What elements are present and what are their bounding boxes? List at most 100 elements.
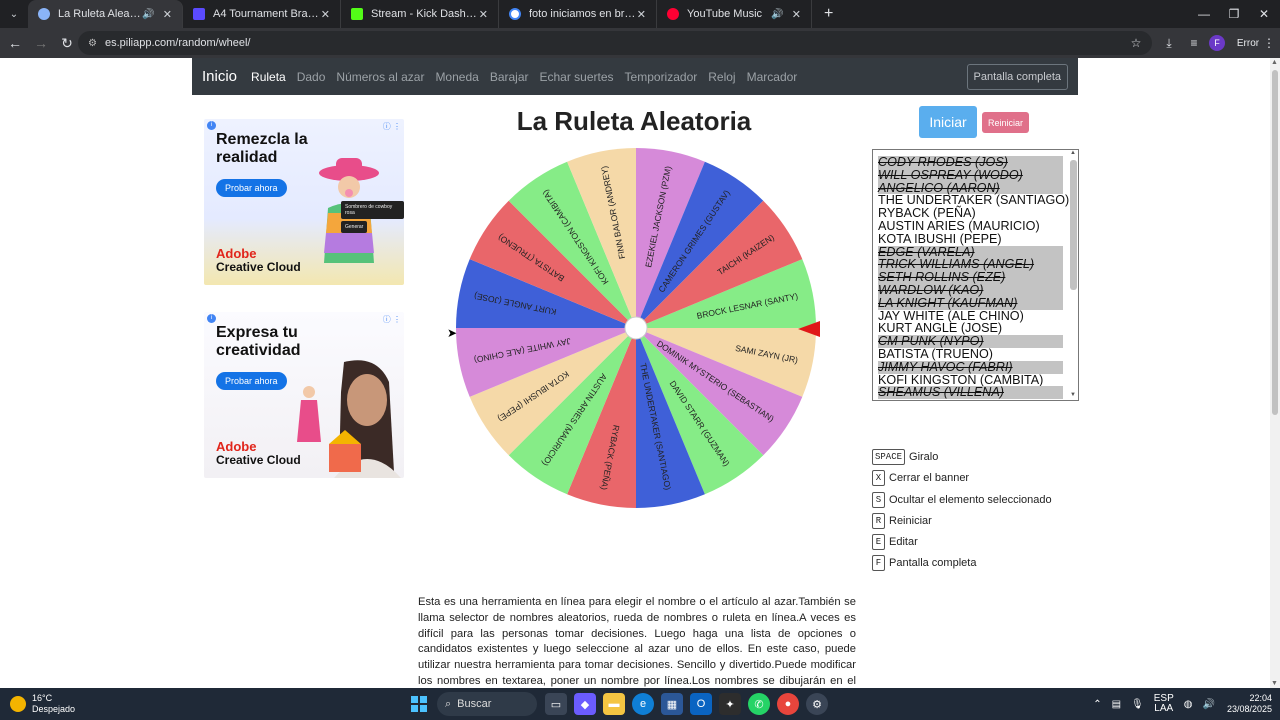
new-tab-button[interactable]: + (824, 5, 833, 23)
tab-youtube-music[interactable]: YouTube Music 🔊 ✕ (657, 0, 812, 28)
reload-button[interactable]: ↻ (54, 30, 80, 56)
scroll-up-icon[interactable]: ▲ (1070, 150, 1076, 156)
list-item[interactable]: JIMMY HAVOC (FABRI) (878, 360, 1063, 374)
download-icon[interactable]: ⤓ (1161, 28, 1177, 58)
more-menu-icon[interactable]: ⋮ (1262, 28, 1276, 58)
weather-widget[interactable]: 16°C Despejado (10, 688, 75, 720)
browser-tab-bar: ⌄ La Ruleta Aleatoria 🔊 ✕ A4 Tournament … (0, 0, 1280, 28)
list-item[interactable]: SHEAMUS (VILLENA) (878, 386, 1063, 400)
shortcut-label: Giralo (909, 451, 939, 463)
store-icon[interactable]: ▦ (661, 693, 683, 715)
adobe-product-text: Creative Cloud (216, 453, 301, 467)
ad-close-icon[interactable]: ⓘ ⋮ (383, 121, 401, 132)
url-field[interactable]: ⚙ es.piliapp.com/random/wheel/ (78, 31, 1152, 55)
speaker-icon[interactable]: 🔊 (771, 9, 783, 20)
profile-avatar[interactable]: F (1208, 28, 1226, 58)
chrome-icon[interactable]: ● (777, 693, 799, 715)
site-info-icon[interactable]: ⚙ (88, 38, 97, 49)
close-icon[interactable]: ✕ (792, 8, 801, 21)
maximize-button[interactable]: ❐ (1218, 0, 1250, 28)
list-item[interactable]: BATISTA (TRUENO) (878, 348, 1063, 361)
bookmark-star-icon[interactable]: ☆ (1128, 28, 1144, 58)
system-clock[interactable]: 22:04 23/08/2025 (1227, 693, 1272, 715)
network-icon[interactable]: ▤ (1112, 699, 1121, 710)
tab-title: YouTube Music (687, 8, 763, 20)
settings-gear-icon[interactable]: ⚙ (806, 693, 828, 715)
outlook-icon[interactable]: O (690, 693, 712, 715)
ad-info-icon[interactable]: i (207, 314, 216, 323)
ad-close-icon[interactable]: ⓘ ⋮ (383, 314, 401, 325)
chevron-up-icon[interactable]: ⌃ (1093, 699, 1101, 710)
file-explorer-icon[interactable]: ▬ (603, 693, 625, 715)
error-button[interactable]: Error (1234, 28, 1262, 58)
volume-icon[interactable]: 🔊 (1203, 699, 1215, 710)
tab-search[interactable]: foto iniciamos en breve - Busca ✕ (499, 0, 657, 28)
list-item[interactable]: CODY RHODES (JOS) (878, 156, 1063, 169)
close-icon[interactable]: ✕ (321, 8, 330, 21)
ad-info-icon[interactable]: i (207, 121, 216, 130)
page-scroll-thumb[interactable] (1272, 70, 1278, 415)
forward-button[interactable]: → (28, 30, 54, 56)
ad-cta-button[interactable]: Probar ahora (216, 179, 287, 197)
wifi-icon[interactable]: ◍ (1184, 699, 1193, 710)
minimize-button[interactable]: — (1188, 0, 1220, 28)
copilot-icon[interactable]: ◆ (574, 693, 596, 715)
adobe-logo-text: Adobe (216, 246, 257, 261)
scroll-down-icon[interactable]: ▼ (1070, 392, 1076, 398)
language-indicator[interactable]: ESP LAA (1154, 694, 1174, 714)
list-item[interactable]: AUSTIN ARIES (MAURICIO) (878, 220, 1063, 233)
ad-banner-2[interactable]: i ⓘ ⋮ Expresa tu creatividad Probar ahor… (204, 312, 404, 478)
tab-kick[interactable]: Stream - Kick Dashboard ✕ (341, 0, 499, 28)
fullscreen-button[interactable]: Pantalla completa (966, 64, 1068, 90)
speaker-icon[interactable]: 🔊 (142, 9, 154, 20)
ad-banner-1[interactable]: i ⓘ ⋮ Remezcla la realidad Probar ahora … (204, 119, 404, 285)
list-item[interactable]: WILL OSPREAY (WODO) (878, 168, 1063, 182)
reset-button[interactable]: Reiniciar (982, 112, 1029, 133)
nav-link-echar-suertes[interactable]: Echar suertes (540, 70, 614, 84)
taskbar-search[interactable]: ⌕ Buscar (437, 692, 537, 716)
wheel-pointer-icon (798, 321, 820, 337)
nav-link-ruleta[interactable]: Ruleta (251, 70, 286, 84)
page-title: La Ruleta Aleatoria (516, 106, 752, 136)
textarea-scrollbar[interactable]: ▲ ▼ (1069, 150, 1078, 400)
close-window-button[interactable]: ✕ (1248, 0, 1280, 28)
close-icon[interactable]: ✕ (163, 8, 172, 21)
nav-link-dado[interactable]: Dado (297, 70, 326, 84)
page-scrollbar[interactable]: ▲ ▼ (1270, 58, 1280, 688)
nav-brand[interactable]: Inicio (202, 68, 237, 85)
tab-ruleta[interactable]: La Ruleta Aleatoria 🔊 ✕ (28, 0, 183, 28)
textarea-scroll-thumb[interactable] (1070, 160, 1077, 290)
tab-search-icon[interactable]: ⌄ (0, 0, 28, 28)
microphone-icon[interactable]: 🎙 (1131, 699, 1144, 710)
windows-start-icon[interactable] (408, 693, 430, 715)
ad-cta-button[interactable]: Probar ahora (216, 372, 287, 390)
list-item[interactable]: WARDLOW (KAO) (878, 284, 1063, 297)
scroll-down-icon[interactable]: ▼ (1271, 680, 1278, 687)
task-view-icon[interactable]: ▭ (545, 693, 567, 715)
tab-brackets[interactable]: A4 Tournament Brackets ✕ (183, 0, 341, 28)
nav-link-marcador[interactable]: Marcador (747, 70, 798, 84)
nav-link-moneda[interactable]: Moneda (435, 70, 478, 84)
edge-icon[interactable]: e (632, 693, 654, 715)
adobe-logo-text: Adobe (216, 439, 257, 454)
google-icon (509, 8, 521, 20)
shortcut-label: Reiniciar (889, 515, 932, 527)
nav-link-reloj[interactable]: Reloj (708, 70, 735, 84)
scroll-up-icon[interactable]: ▲ (1271, 59, 1278, 66)
roulette-wheel[interactable]: BROCK LESNAR (SANTY)SAMI ZAYN (JR)DOMINI… (453, 145, 819, 511)
close-icon[interactable]: ✕ (479, 8, 488, 21)
shortcut-row: F Pantalla completa (872, 555, 976, 571)
nav-link-temporizador[interactable]: Temporizador (625, 70, 698, 84)
nav-link-barajar[interactable]: Barajar (490, 70, 529, 84)
media-control-icon[interactable]: ≡ (1186, 28, 1202, 58)
app-icon[interactable]: ✦ (719, 693, 741, 715)
close-icon[interactable]: ✕ (637, 8, 646, 21)
back-button[interactable]: ← (2, 30, 28, 56)
whatsapp-icon[interactable]: ✆ (748, 693, 770, 715)
list-item[interactable]: KOTA IBUSHI (PEPE) (878, 232, 1063, 246)
start-button[interactable]: Iniciar (919, 106, 977, 138)
list-item[interactable]: LA KNIGHT (KAUFMAN) (878, 296, 1063, 310)
names-textarea[interactable]: ▲ ▼ CODY RHODES (JOS) WILL OSPREAY (WODO)… (872, 149, 1079, 401)
wheel-center-hub[interactable] (624, 316, 648, 340)
nav-link-numeros[interactable]: Números al azar (336, 70, 424, 84)
